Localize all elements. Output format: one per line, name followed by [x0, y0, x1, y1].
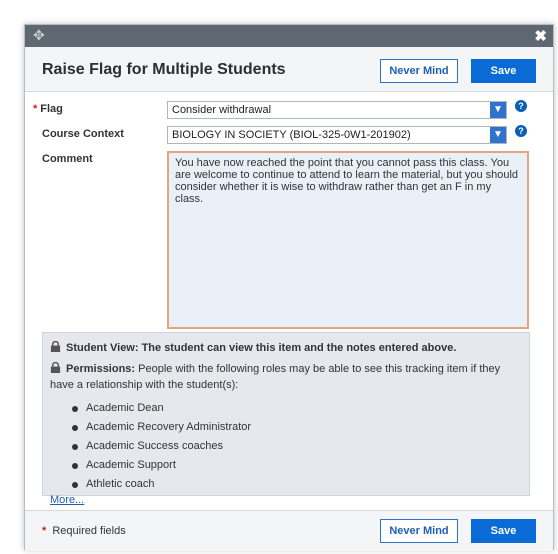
required-star: * — [33, 103, 38, 115]
dialog-header: Raise Flag for Multiple Students Never M… — [25, 47, 553, 92]
dialog-title: Raise Flag for Multiple Students — [42, 61, 286, 78]
chevron-down-icon[interactable]: ▼ — [490, 102, 506, 118]
required-fields-text: Required fields — [52, 525, 126, 537]
never-mind-button-top[interactable]: Never Mind — [380, 59, 458, 83]
required-fields-note: * Required fields — [42, 525, 126, 537]
permissions-label: Permissions: — [66, 363, 136, 375]
flag-help-icon[interactable]: ? — [515, 100, 527, 112]
never-mind-button-bottom[interactable]: Never Mind — [380, 519, 458, 543]
more-link[interactable]: More... — [50, 494, 84, 506]
role-item: Academic Support — [72, 456, 522, 475]
comment-label: Comment — [42, 153, 93, 165]
student-view-text: Student View: The student can view this … — [66, 342, 457, 354]
course-context-help-icon[interactable]: ? — [515, 125, 527, 137]
required-star: * — [42, 525, 47, 537]
more-row: More... — [50, 494, 522, 506]
lock-icon — [50, 362, 61, 373]
flag-label: * Flag — [33, 103, 63, 115]
role-item: Academic Recovery Administrator — [72, 418, 522, 437]
save-button-bottom[interactable]: Save — [471, 519, 536, 543]
flag-label-text: Flag — [40, 103, 63, 115]
permissions-note: Permissions: People with the following r… — [50, 361, 522, 393]
background-strip — [0, 0, 558, 14]
chevron-down-icon[interactable]: ▼ — [490, 127, 506, 143]
role-item: Academic Success coaches — [72, 437, 522, 456]
flag-select[interactable]: Consider withdrawal ▼ — [167, 101, 507, 119]
flag-select-value: Consider withdrawal — [172, 104, 272, 116]
role-item: Athletic coach — [72, 475, 522, 494]
role-item: Academic Dean — [72, 399, 522, 418]
close-icon[interactable]: ✖ — [534, 27, 547, 45]
comment-textarea[interactable]: You have now reached the point that you … — [167, 151, 529, 329]
save-button-top[interactable]: Save — [471, 59, 536, 83]
visibility-info-panel: Student View: The student can view this … — [42, 332, 530, 506]
dialog-titlebar[interactable]: ✥ ✖ — [25, 25, 553, 47]
drag-handle-icon[interactable]: ✥ — [33, 27, 45, 44]
course-context-label: Course Context — [42, 128, 124, 140]
roles-list: Academic Dean Academic Recovery Administ… — [50, 399, 522, 494]
lock-icon — [50, 341, 61, 352]
course-context-value: BIOLOGY IN SOCIETY (BIOL-325-0W1-201902) — [172, 129, 411, 141]
raise-flag-dialog: ✥ ✖ Raise Flag for Multiple Students Nev… — [24, 24, 554, 551]
student-view-note: Student View: The student can view this … — [50, 341, 522, 354]
dialog-footer: * Required fields Never Mind Save — [25, 510, 553, 551]
course-context-select[interactable]: BIOLOGY IN SOCIETY (BIOL-325-0W1-201902)… — [167, 126, 507, 144]
